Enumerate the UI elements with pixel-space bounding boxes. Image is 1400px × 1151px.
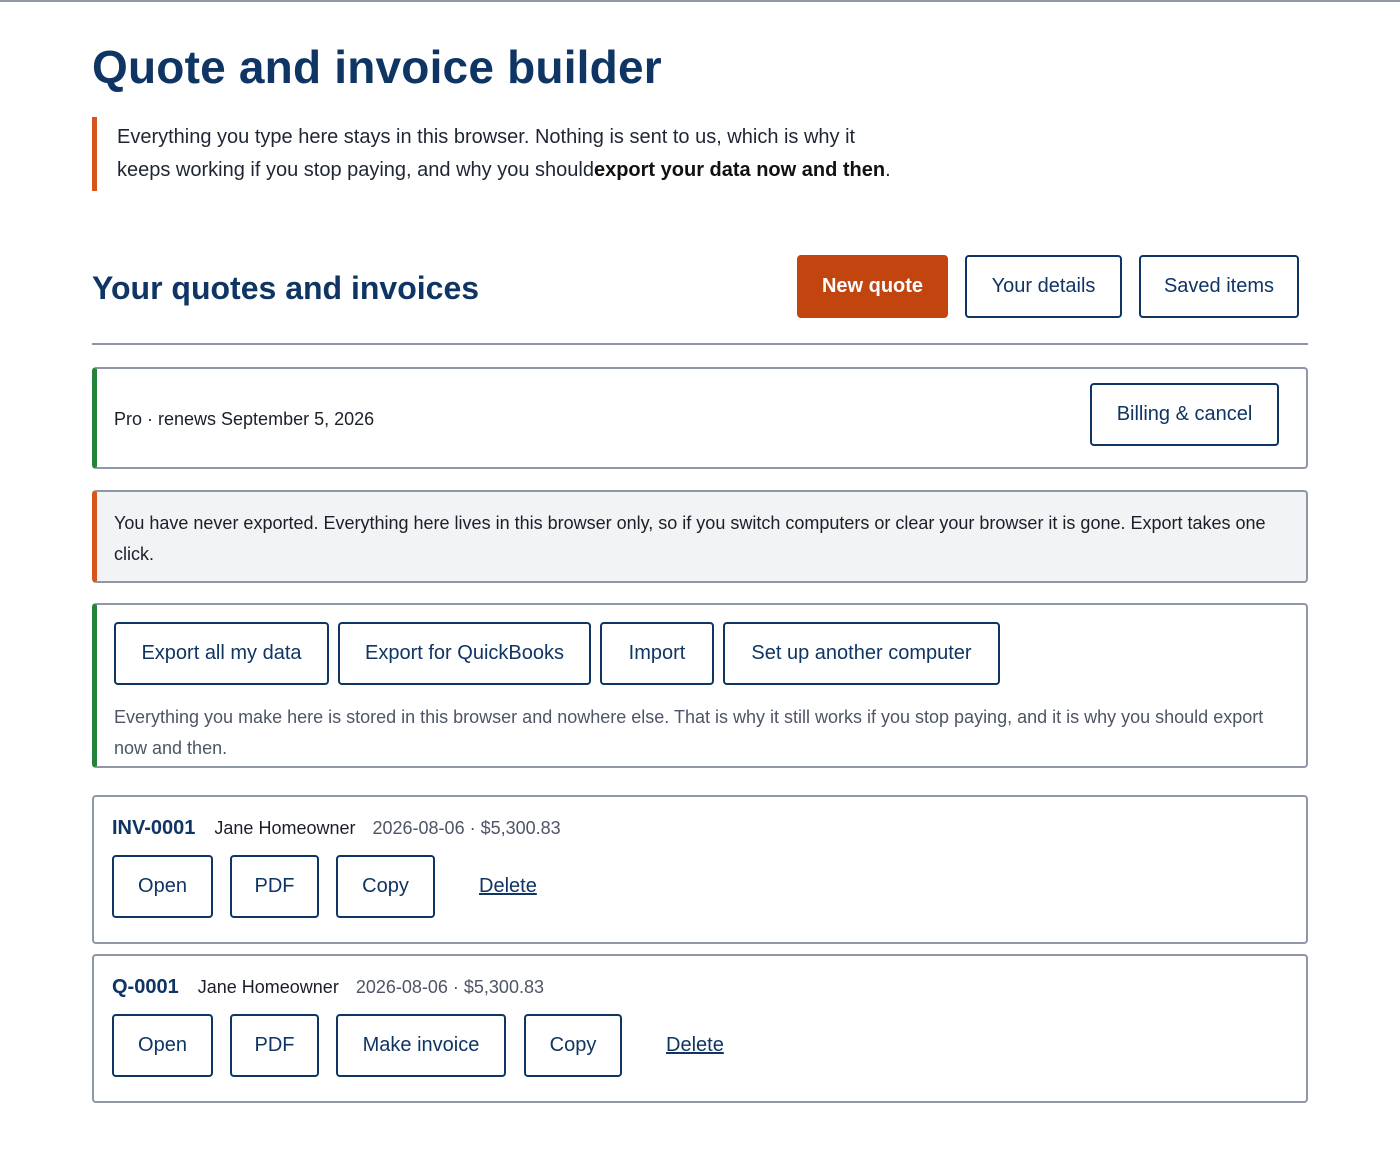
export-warning-card: You have never exported. Everything here…	[92, 490, 1308, 583]
saved-items-button[interactable]: Saved items	[1139, 255, 1299, 318]
pdf-button[interactable]: PDF	[230, 1014, 319, 1077]
delete-link[interactable]: Delete	[666, 1034, 724, 1057]
section-divider	[92, 343, 1308, 345]
document-meta: 2026-08-06 · $5,300.83	[355, 977, 544, 997]
open-button[interactable]: Open	[112, 1014, 213, 1077]
open-button[interactable]: Open	[112, 855, 213, 918]
document-header: Q-0001 Jane Homeowner 2026-08-06 · $5,30…	[112, 976, 544, 999]
import-button[interactable]: Import	[600, 622, 714, 685]
export-note: Everything you make here is stored in th…	[114, 707, 1264, 758]
make-invoice-button[interactable]: Make invoice	[336, 1014, 506, 1077]
document-client: Jane Homeowner	[197, 977, 339, 997]
new-quote-button[interactable]: New quote	[797, 255, 948, 318]
delete-link[interactable]: Delete	[479, 875, 537, 898]
document-id: INV-0001	[112, 817, 196, 839]
top-border	[0, 0, 1400, 2]
page-title: Quote and invoice builder	[92, 41, 662, 93]
export-all-button[interactable]: Export all my data	[114, 622, 329, 685]
intro-callout: Everything you type here stays in this b…	[92, 117, 892, 191]
document-meta: 2026-08-06 · $5,300.83	[372, 818, 561, 838]
billing-cancel-button[interactable]: Billing & cancel	[1090, 383, 1279, 446]
intro-bold-text: export your data now and then	[593, 159, 886, 181]
pdf-button[interactable]: PDF	[230, 855, 319, 918]
your-details-button[interactable]: Your details	[965, 255, 1122, 318]
section-title: Your quotes and invoices	[92, 270, 480, 306]
export-quickbooks-button[interactable]: Export for QuickBooks	[338, 622, 591, 685]
copy-button[interactable]: Copy	[524, 1014, 622, 1077]
plan-status-card: Pro · renews September 5, 2026 Billing &…	[92, 367, 1308, 469]
document-id: Q-0001	[112, 976, 179, 998]
document-client: Jane Homeowner	[214, 818, 356, 838]
export-card: Export all my data Export for QuickBooks…	[92, 603, 1308, 768]
plan-status-text: Pro · renews September 5, 2026	[114, 409, 375, 429]
intro-end: .	[885, 159, 891, 181]
document-card-invoice: INV-0001 Jane Homeowner 2026-08-06 · $5,…	[92, 795, 1308, 944]
setup-computer-button[interactable]: Set up another computer	[723, 622, 1000, 685]
copy-button[interactable]: Copy	[336, 855, 435, 918]
export-warning-text: You have never exported. Everything here…	[114, 513, 1266, 564]
document-card-quote: Q-0001 Jane Homeowner 2026-08-06 · $5,30…	[92, 954, 1308, 1103]
document-header: INV-0001 Jane Homeowner 2026-08-06 · $5,…	[112, 817, 561, 840]
